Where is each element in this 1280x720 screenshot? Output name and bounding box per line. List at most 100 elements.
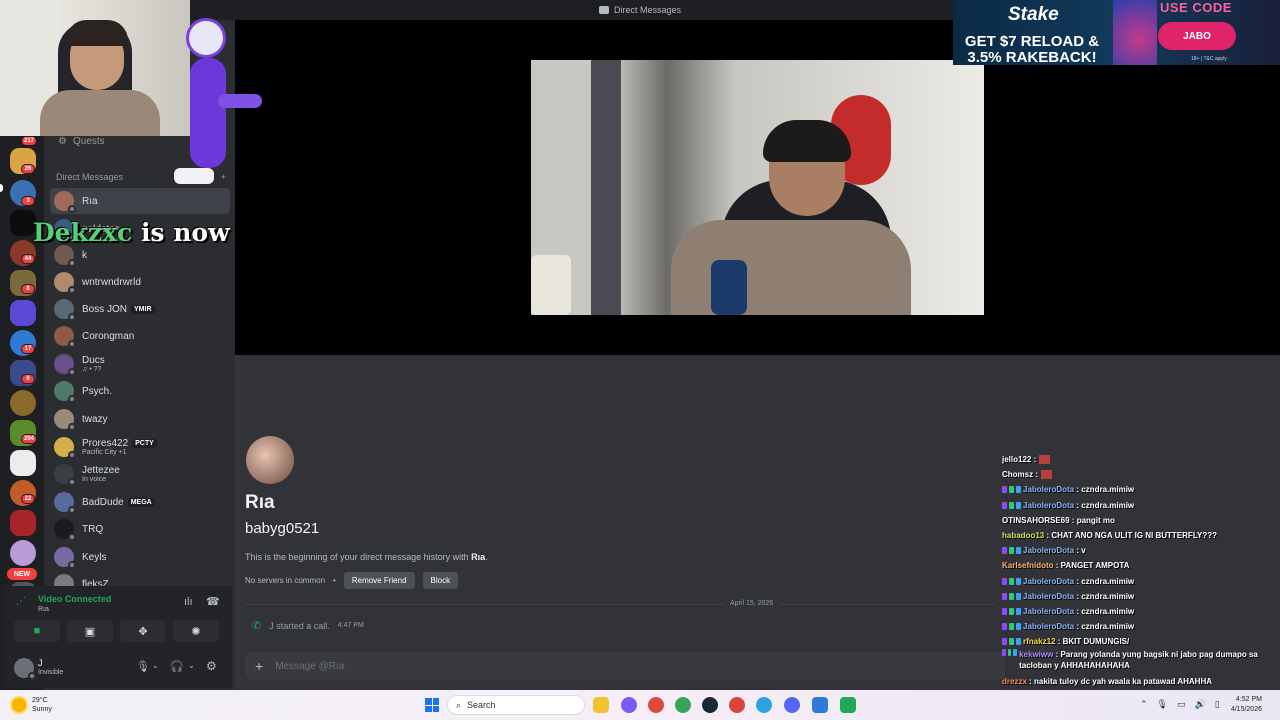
chat-message: kekwiww : Parang yolanda yung bagsik ni …	[1019, 649, 1280, 671]
dm-item[interactable]: Boss JON YMIR	[50, 296, 230, 322]
status-indicator	[68, 395, 76, 403]
telegram-icon[interactable]	[756, 697, 772, 713]
unread-badge: 17	[21, 344, 35, 354]
use-code-label: USE CODE	[1160, 0, 1232, 15]
status-indicator	[68, 506, 76, 514]
ad-line-2: 3.5% RAKEBACK!	[967, 49, 1097, 65]
body	[190, 58, 226, 168]
date-divider	[245, 604, 995, 605]
chat-separator: :	[1033, 470, 1039, 480]
screen-share-button[interactable]: ▣	[67, 620, 113, 642]
cup	[531, 255, 571, 315]
dm-item[interactable]: Jettezee In voice	[50, 461, 230, 487]
dm-item[interactable]: Prores422 PCTY Pacific City +1	[50, 434, 230, 460]
soundboard-button[interactable]: ✺	[173, 620, 219, 642]
clock-time: 4:52 PM	[1235, 696, 1262, 703]
camera-button[interactable]: ■	[14, 620, 60, 642]
avatar	[54, 409, 76, 431]
microphone-icon[interactable]: 🎙	[136, 660, 150, 673]
notepad-icon[interactable]	[812, 697, 828, 713]
settings-gear-icon[interactable]: ⚙	[206, 659, 217, 673]
video-tile[interactable]	[531, 60, 984, 315]
taskbar-clock[interactable]: 4:52 PM 4/15/2026	[1212, 695, 1262, 715]
dm-item[interactable]: wntrwndrwrld	[50, 269, 230, 295]
chat-separator: :	[1053, 561, 1061, 571]
remove-friend-button[interactable]: Remove Friend	[343, 572, 415, 589]
microphone-tray-icon[interactable]: 🎙	[1157, 699, 1168, 710]
stake-ad-banner[interactable]: Stake GET $7 RELOAD & 3.5% RAKEBACK! USE…	[953, 0, 1280, 65]
message-input[interactable]	[275, 660, 876, 672]
server-icon[interactable]	[10, 390, 36, 416]
chat-badge-icon	[1007, 649, 1012, 657]
avatar	[54, 326, 76, 348]
copilot-icon[interactable]	[621, 697, 637, 713]
chrome-icon[interactable]	[648, 697, 664, 713]
server-tag: PCTY	[132, 439, 157, 448]
dm-item[interactable]: Corongman	[50, 323, 230, 349]
discord-taskbar-icon[interactable]	[784, 697, 800, 713]
dm-item-text: Boss JON YMIR	[82, 304, 155, 315]
start-button[interactable]	[425, 698, 439, 712]
server-icon[interactable]	[10, 300, 36, 326]
avatar[interactable]	[14, 658, 36, 680]
avatar	[54, 492, 76, 514]
dm-item[interactable]: Keyls	[50, 544, 230, 570]
dm-item[interactable]: Psych.	[50, 378, 230, 404]
message-composer: +	[245, 652, 1005, 680]
promo-code-badge: JABO	[1158, 22, 1236, 50]
astronaut-sticker	[170, 18, 262, 194]
voice-channel: Rıa	[38, 606, 49, 613]
profile-display-name: Rıa	[245, 492, 275, 513]
boot	[174, 168, 214, 184]
chat-text: pangit mo	[1076, 515, 1115, 525]
server-icon[interactable]	[10, 540, 36, 566]
dm-item[interactable]: BadDude MEGA	[50, 489, 230, 515]
dm-item[interactable]: twazy	[50, 406, 230, 432]
add-attachment-icon[interactable]: +	[255, 658, 263, 674]
voice-status[interactable]: Video Connected	[38, 594, 111, 604]
steam-icon[interactable]	[702, 697, 718, 713]
chat-username: JaboleroDota	[1023, 591, 1075, 601]
weather-widget[interactable]: 29°C Sunny	[12, 696, 52, 714]
chat-badge-icon	[1002, 623, 1007, 631]
disconnect-icon[interactable]: ☎	[206, 595, 220, 608]
activities-button[interactable]: ✥	[120, 620, 166, 642]
network-icon[interactable]: ▭	[1177, 699, 1186, 710]
dm-item[interactable]: TRQ	[50, 516, 230, 542]
block-button[interactable]: Block	[422, 572, 459, 589]
chat-username: kekwiww	[1019, 650, 1054, 660]
noise-suppression-icon[interactable]: ılı	[184, 596, 193, 608]
app-icon[interactable]	[840, 697, 856, 713]
chevron-up-icon[interactable]: ⌃	[1140, 699, 1148, 710]
quests-nav-item[interactable]: ⚙ Quests	[58, 136, 105, 147]
chat-emote-icon	[1039, 455, 1051, 465]
dm-item-name: wntrwndrwrld	[82, 277, 141, 288]
headphones-icon[interactable]: 🎧	[170, 660, 184, 673]
chat-separator: :	[1069, 515, 1077, 525]
chat-message: JaboleroDota : czndra.mimiw	[1023, 622, 1134, 631]
avatar	[54, 272, 76, 294]
speaker	[711, 260, 747, 315]
status-indicator	[68, 451, 76, 459]
server-icon[interactable]	[10, 450, 36, 476]
dm-item-text: Ducs ♫ • ??	[82, 355, 105, 373]
chat-message: JaboleroDota : v	[1023, 546, 1086, 555]
chrome-profile-icon[interactable]	[675, 697, 691, 713]
stake-logo: Stake	[1008, 4, 1059, 25]
file-explorer-icon[interactable]	[593, 697, 609, 713]
volume-icon[interactable]: 🔊	[1195, 699, 1206, 710]
dm-item[interactable]: Ducs ♫ • ??	[50, 351, 230, 377]
separator-dot: •	[333, 576, 336, 585]
taskbar-search[interactable]: ⌕ Search	[447, 695, 585, 715]
profile-avatar[interactable]	[246, 436, 294, 484]
chevron-down-icon[interactable]: ⌄	[188, 661, 195, 670]
chat-line: Chomsz :	[1002, 467, 1280, 482]
system-tray: ⌃ 🎙 ▭ 🔊 ▯	[1140, 699, 1220, 710]
server-icon[interactable]	[10, 510, 36, 536]
chrome-alt-icon[interactable]	[729, 697, 745, 713]
call-system-message: ✆ J started a call. 4:47 PM	[252, 619, 364, 632]
chevron-down-icon[interactable]: ⌄	[152, 661, 159, 670]
chat-username: JaboleroDota	[1023, 606, 1075, 616]
dm-intro: This is the beginning of your direct mes…	[245, 552, 488, 562]
chat-text: czndra.mimiw	[1081, 576, 1135, 586]
